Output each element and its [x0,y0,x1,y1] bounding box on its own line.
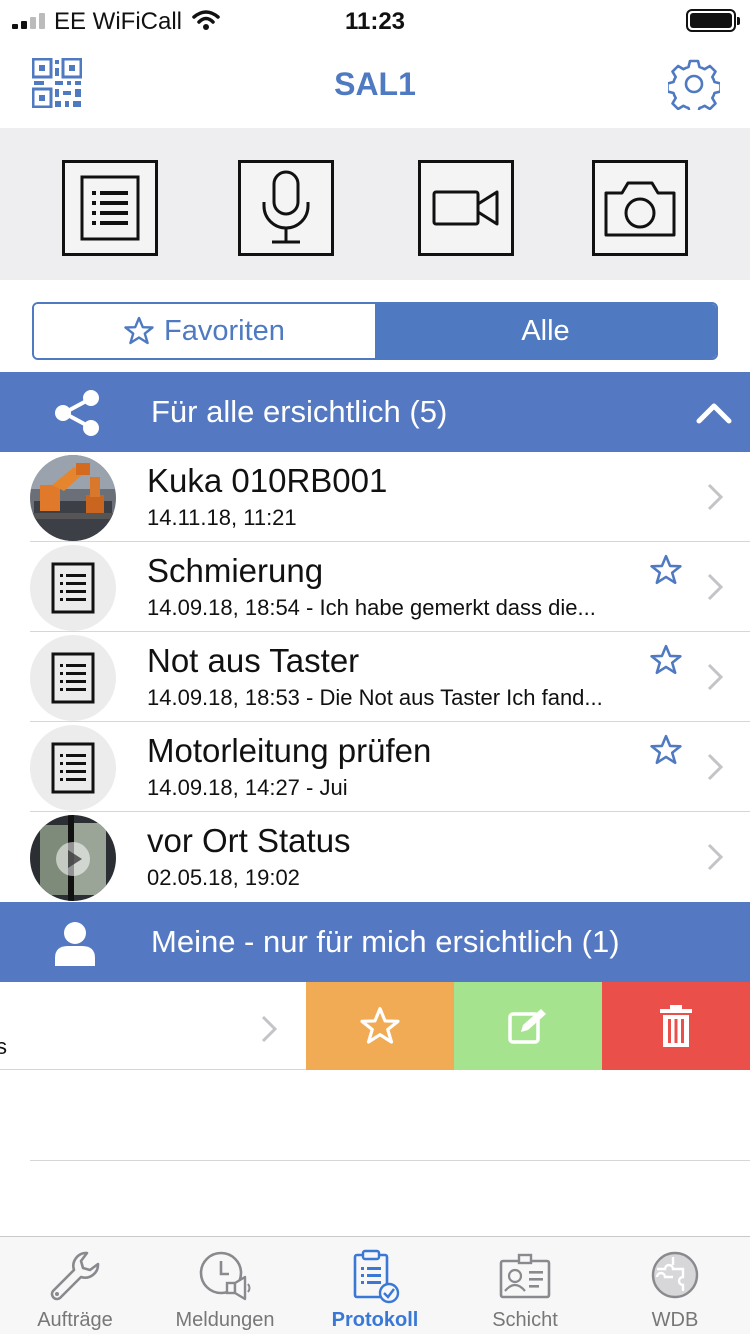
media-toolbar [0,128,750,280]
section-header-shared[interactable]: Für alle ersichtlich (5) [0,372,750,452]
list-item[interactable]: vor Ort Status 02.05.18, 19:02 [30,812,750,902]
item-title: vor Ort Status [147,822,351,859]
empty-list-row [30,1070,750,1161]
nav-bar: SAL1 [0,40,750,128]
chevron-right-icon [707,663,724,691]
tab-favorites-label: Favoriten [164,314,285,347]
list-item[interactable]: Kuka 010RB001 14.11.18, 11:21 [30,452,750,542]
list-item[interactable]: Motorleitung prüfen 14.09.18, 14:27 - Ju… [30,722,750,812]
record-video-button[interactable] [418,160,514,256]
edit-action-button[interactable] [454,982,602,1070]
tab-label: WDB [651,1309,699,1331]
list-item[interactable]: Not aus Taster 14.09.18, 18:53 - Die Not… [30,632,750,722]
item-subtitle: 14.11.18, 11:21 [147,505,297,530]
chevron-up-icon[interactable] [696,394,732,430]
tab-favorites[interactable]: Favoriten [34,304,375,358]
document-thumbnail [30,725,116,811]
star-icon[interactable] [650,644,682,676]
clock-megaphone-icon [199,1251,251,1301]
tab-schicht[interactable]: Schicht [450,1237,600,1334]
badge-icon [499,1253,551,1299]
tab-label: Aufträge [37,1309,113,1331]
tab-auftraege[interactable]: Aufträge [0,1237,150,1334]
delete-action-button[interactable] [602,982,750,1070]
list-item[interactable]: Schmierung 14.09.18, 18:54 - Ich habe ge… [30,542,750,632]
item-subtitle: s [0,1034,7,1059]
clipboard-check-icon [353,1249,400,1304]
document-thumbnail [30,635,116,721]
tab-label: Meldungen [175,1309,275,1331]
edit-icon [508,1009,546,1044]
tab-protokoll[interactable]: Protokoll [300,1237,450,1334]
star-icon[interactable] [650,554,682,586]
item-title: Motorleitung prüfen [147,732,432,769]
item-subtitle: 14.09.18, 18:53 - Die Not aus Taster Ich… [147,685,603,710]
section-label: Für alle ersichtlich (5) [151,394,448,429]
microphone-icon [262,170,310,244]
document-icon [51,562,95,614]
item-subtitle: 14.09.18, 18:54 - Ich habe gemerkt dass … [147,595,596,620]
tab-meldungen[interactable]: Meldungen [150,1237,300,1334]
section-header-mine[interactable]: Meine - nur für mich ersichtlich (1) [0,902,750,982]
video-thumbnail [30,815,116,901]
clock: 11:23 [344,8,406,35]
list-item[interactable]: s [0,982,306,1070]
chevron-right-icon [707,573,724,601]
tab-label: Schicht [492,1309,558,1331]
share-icon [55,390,99,436]
star-icon [360,1007,400,1044]
item-title: Not aus Taster [147,642,360,679]
item-subtitle: 02.05.18, 19:02 [147,865,300,890]
tab-all[interactable]: Alle [375,304,716,358]
chevron-right-icon [707,753,724,781]
chevron-right-icon [261,1015,278,1043]
favorite-action-button[interactable] [306,982,454,1070]
item-title: Schmierung [147,552,324,589]
item-title: Kuka 010RB001 [147,462,388,499]
record-audio-button[interactable] [238,160,334,256]
tab-label: Protokoll [331,1309,419,1331]
trash-icon [660,1005,692,1047]
page-title: SAL1 [334,66,416,102]
chevron-right-icon [707,483,724,511]
video-camera-icon [432,190,499,226]
filter-segmented-control: Favoriten Alle [32,302,718,360]
tab-bar: Aufträge Meldungen Protokoll Schicht WDB [0,1236,750,1334]
item-subtitle: 14.09.18, 14:27 - Jui [147,775,348,800]
document-icon [51,742,95,794]
battery-icon [686,9,740,32]
status-bar: EE WiFiCall 11:23 [0,0,750,40]
gear-icon[interactable] [668,58,720,110]
tab-all-label: Alle [521,314,570,347]
chevron-right-icon [707,843,724,871]
star-icon [124,316,154,345]
puzzle-globe-icon [651,1251,699,1299]
document-icon [51,652,95,704]
document-thumbnail [30,545,116,631]
swiped-list-item[interactable]: s [0,982,750,1070]
camera-icon [604,181,676,237]
tab-wdb[interactable]: WDB [600,1237,750,1334]
robot-photo-thumbnail [30,455,116,541]
wrench-icon [50,1251,100,1301]
section-label: Meine - nur für mich ersichtlich (1) [151,924,620,959]
document-icon [80,175,140,241]
star-icon[interactable] [650,734,682,766]
take-photo-button[interactable] [592,160,688,256]
new-text-button[interactable] [62,160,158,256]
person-icon [55,922,95,966]
